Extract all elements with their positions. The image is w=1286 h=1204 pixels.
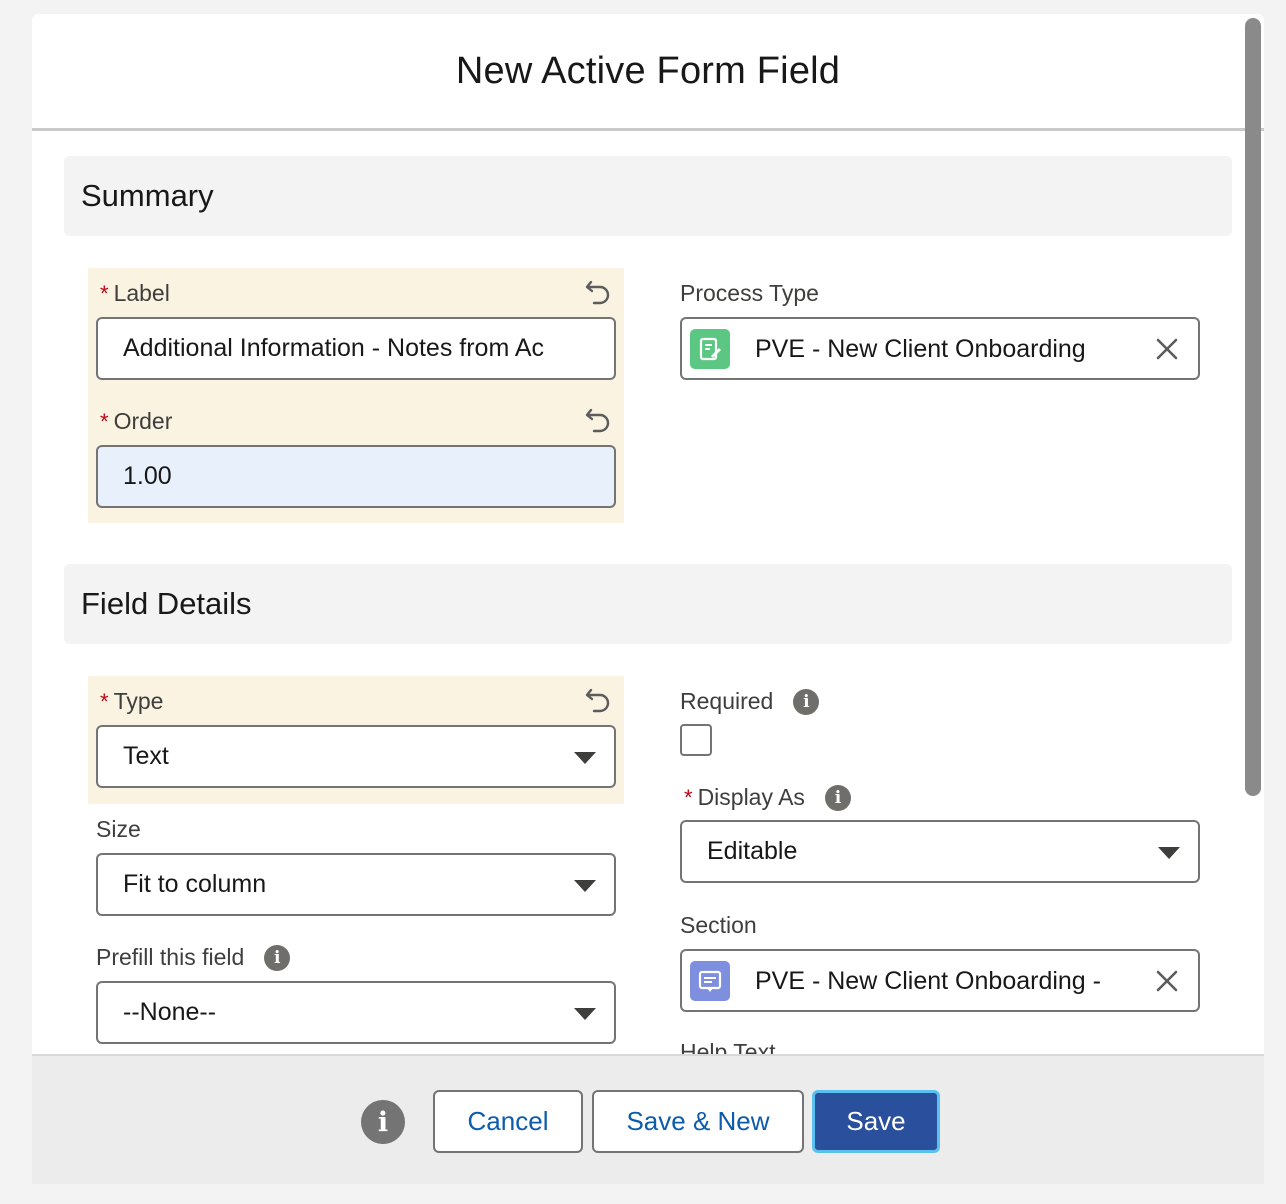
type-field-text: Type — [113, 688, 164, 714]
undo-icon[interactable] — [585, 406, 613, 434]
type-select[interactable]: Text — [96, 725, 616, 788]
type-field-label: * Type — [100, 688, 163, 715]
required-marker: * — [100, 280, 109, 306]
section-icon — [690, 961, 730, 1001]
chevron-down-icon — [574, 880, 596, 892]
label-field-text: Label — [113, 280, 170, 306]
size-select[interactable]: Fit to column — [96, 853, 616, 916]
save-new-button[interactable]: Save & New — [592, 1090, 804, 1153]
section-value: PVE - New Client Onboarding - — [755, 967, 1101, 995]
display-as-field-text: Display As — [697, 784, 805, 810]
section-title-summary: Summary — [81, 178, 214, 213]
order-input[interactable]: 1.00 — [96, 445, 616, 508]
required-field-text: Required — [680, 688, 774, 714]
section-lookup[interactable]: PVE - New Client Onboarding - — [680, 949, 1200, 1012]
display-as-field-label: * Display As i — [684, 784, 851, 811]
display-as-select-value: Editable — [707, 837, 798, 865]
clear-selection-icon[interactable] — [1154, 968, 1180, 994]
section-field-label: Section — [680, 912, 757, 939]
scrollbar[interactable] — [1245, 18, 1261, 796]
prefill-select[interactable]: --None-- — [96, 981, 616, 1044]
required-marker: * — [100, 408, 109, 434]
section-title-field-details: Field Details — [81, 586, 252, 621]
prefill-field-text: Prefill this field — [96, 944, 245, 970]
required-checkbox[interactable] — [680, 724, 712, 756]
size-field-text: Size — [96, 816, 141, 842]
order-field-label: * Order — [100, 408, 172, 435]
chevron-down-icon — [574, 1008, 596, 1020]
info-icon[interactable]: i — [824, 784, 851, 811]
chevron-down-icon — [574, 752, 596, 764]
section-header-field-details[interactable]: Field Details — [64, 564, 1232, 644]
section-field-text: Section — [680, 912, 757, 938]
chevron-down-icon — [1158, 847, 1180, 859]
info-icon[interactable]: i — [793, 688, 820, 715]
label-field-label: * Label — [100, 280, 170, 307]
modal-footer: i Cancel Save & New Save — [32, 1054, 1264, 1184]
help-text-label: Help Text — [680, 1039, 776, 1054]
modal-header: New Active Form Field — [32, 14, 1264, 131]
process-type-icon — [690, 329, 730, 369]
info-icon[interactable]: i — [361, 1100, 405, 1144]
type-select-value: Text — [123, 742, 169, 770]
size-select-value: Fit to column — [123, 870, 267, 898]
size-field-label: Size — [96, 816, 141, 843]
process-type-value: PVE - New Client Onboarding — [755, 335, 1086, 363]
modal-title: New Active Form Field — [455, 49, 841, 92]
cancel-button[interactable]: Cancel — [433, 1090, 583, 1153]
undo-icon[interactable] — [585, 278, 613, 306]
required-marker: * — [100, 688, 109, 714]
required-marker: * — [684, 784, 693, 810]
label-input[interactable]: Additional Information - Notes from Ac — [96, 317, 616, 380]
prefill-field-label: Prefill this field i — [96, 944, 291, 971]
modal-body: Summary * Label Additional Information -… — [32, 134, 1264, 1054]
clear-selection-icon[interactable] — [1154, 336, 1180, 362]
modal: New Active Form Field Summary * Label Ad… — [32, 14, 1264, 1184]
required-field-label: Required i — [680, 688, 820, 715]
info-icon[interactable]: i — [264, 944, 291, 971]
process-type-label: Process Type — [680, 280, 819, 307]
save-button[interactable]: Save — [812, 1090, 940, 1153]
undo-icon[interactable] — [585, 686, 613, 714]
process-type-lookup[interactable]: PVE - New Client Onboarding — [680, 317, 1200, 380]
process-type-text: Process Type — [680, 280, 819, 306]
display-as-select[interactable]: Editable — [680, 820, 1200, 883]
order-field-text: Order — [113, 408, 173, 434]
prefill-select-value: --None-- — [123, 998, 217, 1026]
section-header-summary[interactable]: Summary — [64, 156, 1232, 236]
